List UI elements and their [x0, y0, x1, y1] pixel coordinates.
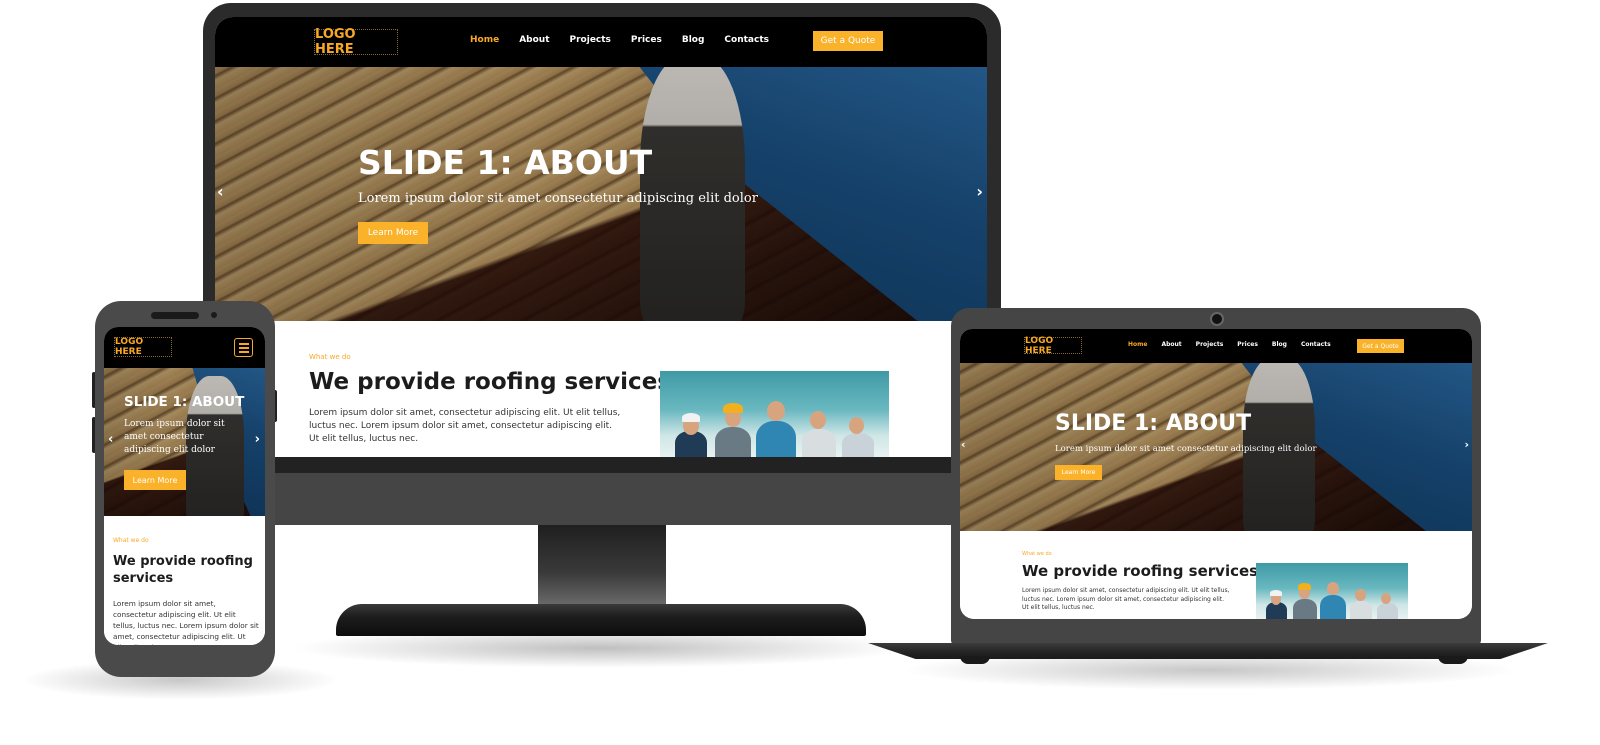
mobile-hero-slider: SLIDE 1: ABOUT Lorem ipsum dolor sit ame…: [104, 368, 265, 516]
team-image: [660, 371, 889, 457]
next-slide-icon[interactable]: ›: [976, 182, 983, 201]
get-quote-button[interactable]: Get a Quote: [1357, 339, 1404, 353]
prev-slide-icon[interactable]: ‹: [961, 438, 966, 451]
services-eyebrow: What we do: [309, 353, 351, 361]
nav-item-about[interactable]: About: [519, 35, 549, 45]
prev-slide-icon[interactable]: ‹: [108, 432, 113, 447]
services-title: We provide roofing services: [1022, 562, 1259, 580]
get-quote-button[interactable]: Get a Quote: [813, 31, 883, 51]
nav-item-prices[interactable]: Prices: [631, 35, 662, 45]
laptop-services-section: What we do We provide roofing services L…: [960, 531, 1472, 619]
hero-title: SLIDE 1: ABOUT: [1055, 411, 1252, 436]
hero-title: SLIDE 1: ABOUT: [124, 394, 245, 410]
desktop-services-section: What we do We provide roofing services L…: [215, 321, 987, 457]
services-text: Lorem ipsum dolor sit amet, consectetur …: [309, 408, 621, 444]
laptop: LOGO HERE Home About Projects Prices Blo…: [951, 308, 1481, 646]
desktop-navbar: LOGO HERE Home About Projects Prices Blo…: [215, 17, 987, 67]
mobile-site: LOGO HERE SLIDE 1: ABOUT Lorem ipsum dol…: [104, 327, 265, 645]
smartphone: LOGO HERE SLIDE 1: ABOUT Lorem ipsum dol…: [95, 301, 275, 677]
nav-item-contacts[interactable]: Contacts: [1301, 341, 1331, 348]
learn-more-button[interactable]: Learn More: [358, 222, 428, 244]
hero-subtitle: Lorem ipsum dolor sit amet consectetur a…: [358, 191, 758, 206]
nav-item-projects[interactable]: Projects: [570, 35, 611, 45]
laptop-menu: Home About Projects Prices Blog Contacts: [1128, 341, 1331, 348]
learn-more-button[interactable]: Learn More: [1055, 465, 1102, 480]
mobile-logo[interactable]: LOGO HERE: [114, 337, 172, 357]
desktop-menu: Home About Projects Prices Blog Contacts: [470, 35, 769, 45]
laptop-site: LOGO HERE Home About Projects Prices Blo…: [960, 329, 1472, 619]
mobile-services-section: What we do We provide roofing services L…: [104, 516, 265, 645]
prev-slide-icon[interactable]: ‹: [217, 182, 224, 201]
laptop-navbar: LOGO HERE Home About Projects Prices Blo…: [960, 329, 1472, 363]
nav-item-blog[interactable]: Blog: [682, 35, 705, 45]
desktop-logo[interactable]: LOGO HERE: [314, 27, 398, 57]
next-slide-icon[interactable]: ›: [1464, 438, 1469, 451]
next-slide-icon[interactable]: ›: [255, 432, 260, 447]
phone-speaker: [151, 312, 199, 319]
monitor-bezel: [215, 457, 987, 473]
desktop-hero-slider: SLIDE 1: ABOUT Lorem ipsum dolor sit ame…: [215, 67, 987, 321]
laptop-foot: [1438, 656, 1468, 664]
services-text: Lorem ipsum dolor sit amet, consectetur …: [113, 599, 259, 645]
webcam-icon: [1210, 312, 1224, 326]
nav-item-about[interactable]: About: [1161, 341, 1181, 348]
hero-subtitle: Lorem ipsum dolor sit amet consectetur a…: [1055, 444, 1317, 454]
services-eyebrow: What we do: [113, 537, 149, 544]
services-title: We provide roofing services: [309, 369, 671, 395]
services-title: We provide roofing services: [113, 554, 253, 586]
hero-subtitle: Lorem ipsum dolor sit amet consectetur a…: [124, 419, 225, 455]
nav-item-projects[interactable]: Projects: [1196, 341, 1224, 348]
nav-item-prices[interactable]: Prices: [1237, 341, 1258, 348]
services-eyebrow: What we do: [1022, 551, 1052, 557]
hamburger-menu-icon[interactable]: [234, 338, 253, 357]
desktop-monitor: LOGO HERE Home About Projects Prices Blo…: [203, 3, 1001, 525]
phone-camera-icon: [211, 312, 217, 318]
hero-title: SLIDE 1: ABOUT: [358, 143, 653, 182]
monitor-chin: [203, 473, 1001, 525]
team-image: [1256, 563, 1408, 619]
nav-item-home[interactable]: Home: [470, 35, 499, 45]
monitor-stand-neck: [538, 525, 666, 605]
monitor-stand-base: [336, 604, 866, 636]
desktop-site: LOGO HERE Home About Projects Prices Blo…: [215, 17, 987, 457]
mobile-navbar: LOGO HERE: [104, 327, 265, 368]
learn-more-button[interactable]: Learn More: [124, 470, 186, 490]
laptop-logo[interactable]: LOGO HERE: [1024, 336, 1082, 356]
nav-item-blog[interactable]: Blog: [1272, 341, 1287, 348]
laptop-foot: [960, 656, 990, 664]
nav-item-home[interactable]: Home: [1128, 341, 1147, 348]
laptop-hero-slider: SLIDE 1: ABOUT Lorem ipsum dolor sit ame…: [960, 363, 1472, 531]
nav-item-contacts[interactable]: Contacts: [724, 35, 769, 45]
services-text: Lorem ipsum dolor sit amet, consectetur …: [1022, 587, 1230, 611]
